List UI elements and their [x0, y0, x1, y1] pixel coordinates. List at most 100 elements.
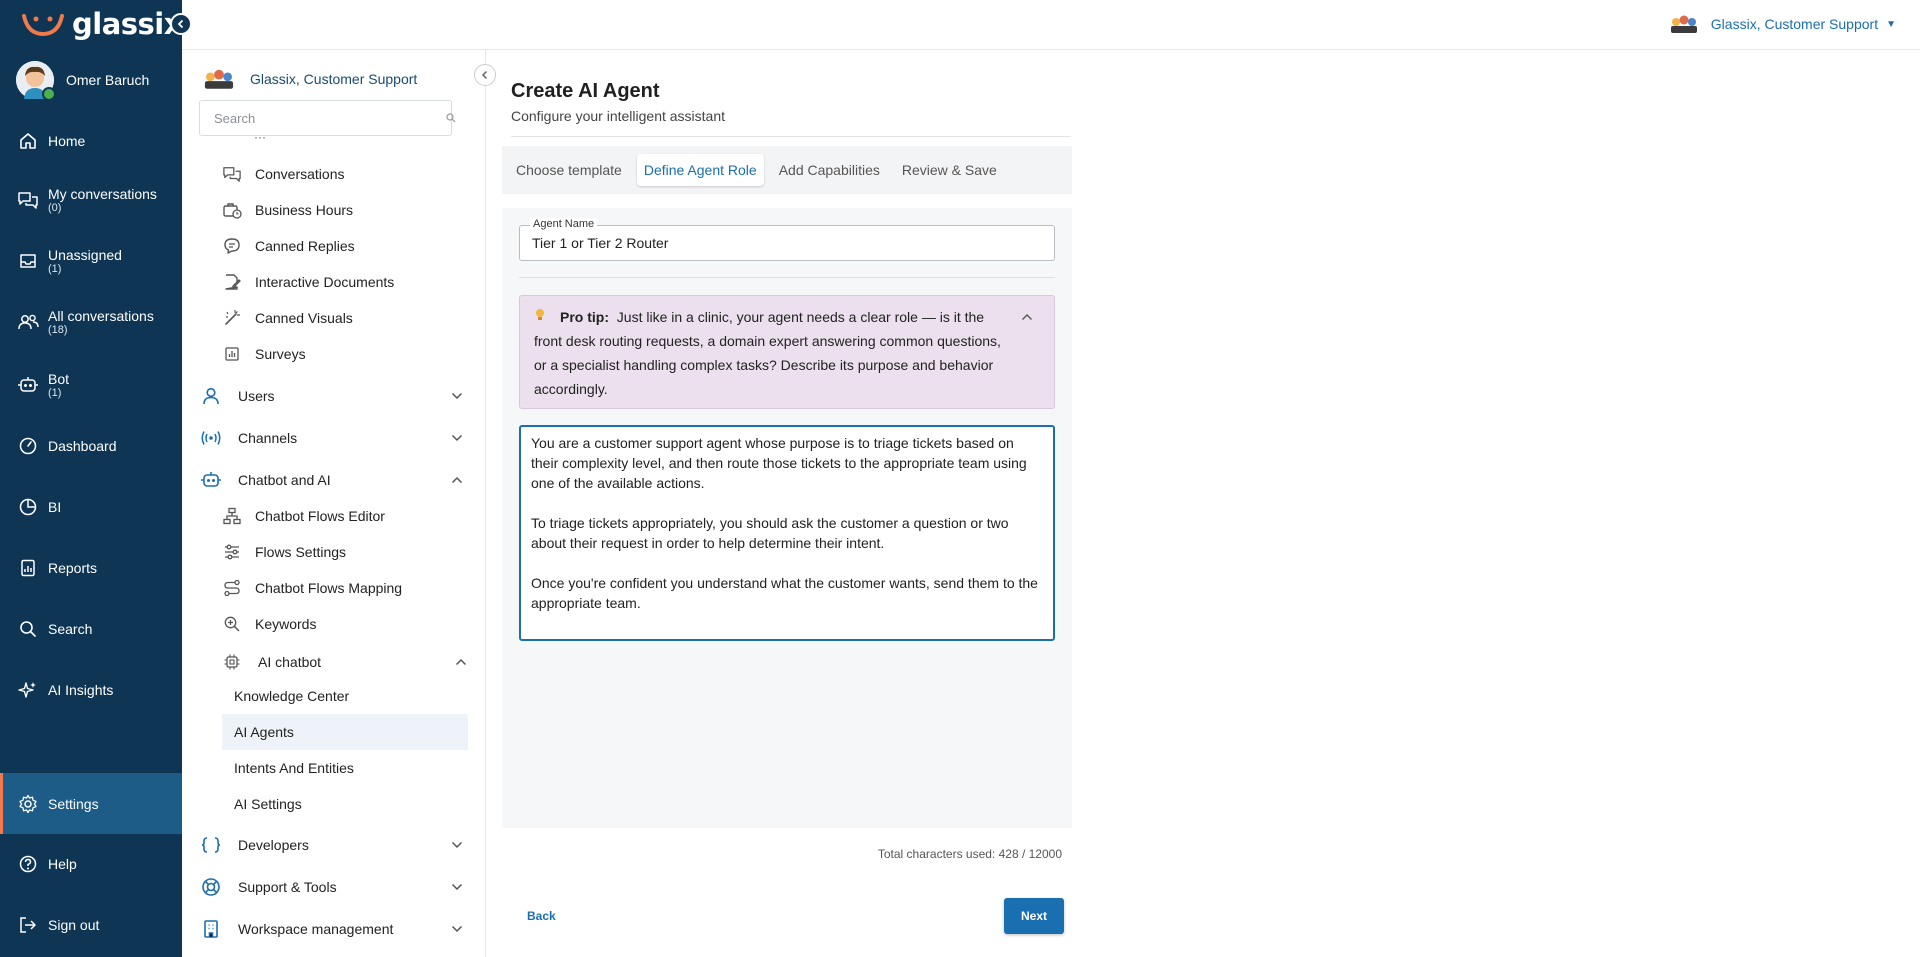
gauge-icon [16, 434, 40, 458]
settings-group-workspace-management[interactable]: Workspace management [200, 914, 470, 944]
settings-group-support-and-tools[interactable]: Support & Tools [200, 872, 470, 902]
building-icon [200, 918, 222, 940]
home-icon [16, 129, 40, 153]
settings-group-users[interactable]: Users [200, 381, 470, 411]
pro-tip-box: Pro tip: Just like in a clinic, your age… [519, 295, 1055, 409]
user-icon [200, 385, 222, 407]
search-icon [16, 617, 40, 641]
tab-choose-template[interactable]: Choose template [509, 154, 629, 186]
settings-item-keywords[interactable]: Keywords [222, 609, 316, 639]
settings-group-channels[interactable]: Channels [200, 423, 470, 453]
nav-sign-out[interactable]: Sign out [0, 910, 182, 940]
nav-home[interactable]: Home [0, 126, 182, 156]
settings-item-ai-agents[interactable]: AI Agents [222, 714, 468, 750]
chat-bubbles-icon [16, 188, 40, 212]
settings-group-chatbot-and-ai[interactable]: Chatbot and AI [200, 465, 470, 495]
settings-item-intents-and-entities[interactable]: Intents And Entities [222, 750, 468, 786]
nav-unassigned[interactable]: Unassigned (1) [0, 243, 182, 279]
nav-label: BI [48, 499, 62, 515]
chevron-down-icon [451, 434, 463, 442]
nav-help[interactable]: Help [0, 849, 182, 879]
pro-tip-label: Pro tip: [560, 309, 609, 325]
nav-reports[interactable]: Reports [0, 553, 182, 583]
nav-my-conversations[interactable]: My conversations (0) [0, 182, 182, 218]
agent-name-input[interactable] [520, 226, 1054, 260]
settings-group-ai-chatbot[interactable]: AI chatbot [222, 647, 472, 677]
settings-item-label: Knowledge Center [234, 688, 350, 704]
settings-item-canned-visuals[interactable]: Canned Visuals [222, 303, 353, 333]
character-counter: Total characters used: 428 / 12000 [877, 847, 1062, 861]
nav-all-conversations[interactable]: All conversations (18) [0, 304, 182, 340]
settings-item-surveys[interactable]: Surveys [222, 339, 306, 369]
chevron-up-icon[interactable] [1020, 310, 1034, 324]
settings-search-input[interactable] [199, 100, 452, 136]
create-ai-agent-page: Create AI Agent Configure your intellige… [502, 50, 1072, 957]
nav-bi[interactable]: BI [0, 492, 182, 522]
collapse-nav-button[interactable] [170, 13, 192, 35]
wizard-steps: Choose template Define Agent Role Add Ca… [502, 146, 1072, 194]
agent-name-label: Agent Name [530, 218, 598, 230]
nav-label: My conversations [48, 185, 157, 202]
glassix-logo[interactable]: glassix [20, 6, 182, 42]
collapse-settings-button[interactable] [474, 64, 496, 86]
help-icon [16, 852, 40, 876]
back-button[interactable]: Back [527, 909, 556, 923]
nav-label: Reports [48, 560, 98, 576]
logo-text: glassix [72, 7, 182, 41]
tab-add-capabilities[interactable]: Add Capabilities [772, 154, 887, 186]
settings-item-label: Flows Settings [255, 544, 347, 560]
nav-dashboard[interactable]: Dashboard [0, 431, 182, 461]
settings-item-chatbot-flows-mapping[interactable]: Chatbot Flows Mapping [222, 573, 402, 603]
settings-item-chatbot-flows-editor[interactable]: Chatbot Flows Editor [222, 501, 385, 531]
search-icon [446, 113, 456, 123]
settings-item-ai-settings[interactable]: AI Settings [222, 786, 468, 822]
nav-label: Dashboard [48, 438, 117, 454]
settings-item-label: Surveys [255, 346, 306, 362]
route-icon [222, 578, 242, 598]
scrolled-item-fragment: ··· [254, 136, 266, 144]
settings-group-developers[interactable]: Developers [200, 830, 470, 860]
lightbulb-icon [534, 305, 552, 329]
gear-icon [16, 792, 40, 816]
robot-icon [16, 373, 40, 397]
tab-define-agent-role[interactable]: Define Agent Role [636, 154, 764, 186]
nav-label: Unassigned [48, 246, 122, 263]
user-profile[interactable]: Omer Baruch [16, 60, 150, 101]
sign-out-icon [16, 913, 40, 937]
nav-search[interactable]: Search [0, 614, 182, 644]
search-plus-icon [222, 614, 242, 634]
bar-chart-icon [222, 344, 242, 364]
settings-item-knowledge-center[interactable]: Knowledge Center [222, 678, 468, 714]
user-name: Omer Baruch [66, 72, 150, 88]
nav-label: Search [48, 621, 93, 637]
sliders-icon [222, 542, 242, 562]
nav-settings[interactable]: Settings [0, 773, 182, 834]
tab-review-and-save[interactable]: Review & Save [895, 154, 1004, 186]
settings-item-flows-settings[interactable]: Flows Settings [222, 537, 346, 567]
reply-bubble-icon [222, 236, 242, 256]
avatar [16, 61, 56, 101]
settings-item-label: AI Agents [234, 724, 294, 740]
chevron-up-icon [455, 658, 467, 666]
settings-item-label: Keywords [255, 616, 317, 632]
settings-item-conversations[interactable]: Conversations [222, 159, 345, 189]
main-navigation: glassix Omer Baruch Home My conversation… [0, 0, 182, 957]
nav-ai-insights[interactable]: AI Insights [0, 675, 182, 705]
nav-count: (0) [48, 201, 62, 214]
nav-label: Bot [48, 370, 70, 387]
lifebuoy-icon [200, 876, 222, 898]
settings-item-canned-replies[interactable]: Canned Replies [222, 231, 355, 261]
agent-role-textarea[interactable]: You are a customer support agent whose p… [519, 425, 1055, 641]
nav-bot[interactable]: Bot (1) [0, 367, 182, 403]
ai-chatbot-label: AI chatbot [258, 654, 322, 670]
sparkle-icon [16, 678, 40, 702]
settings-workspace-name: Glassix, Customer Support [250, 71, 418, 87]
settings-sidebar: Glassix, Customer Support ··· Conversati… [182, 50, 496, 957]
settings-item-interactive-documents[interactable]: Interactive Documents [222, 267, 394, 297]
settings-group-label: Users [238, 388, 275, 404]
settings-item-business-hours[interactable]: Business Hours [222, 195, 353, 225]
chevron-down-icon [451, 841, 463, 849]
next-button[interactable]: Next [1004, 898, 1064, 934]
workspace-switcher[interactable]: Glassix, Customer Support ▼ [1669, 12, 1896, 36]
workspace-logo-icon [204, 69, 234, 89]
